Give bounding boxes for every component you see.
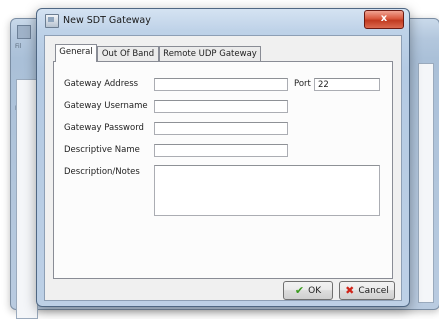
port-field[interactable] — [314, 78, 380, 91]
gateway-username-field[interactable] — [154, 100, 288, 113]
general-tab-panel: Gateway Address Port Gateway Username Ga… — [53, 61, 393, 279]
tab-out-of-band-label: Out Of Band — [101, 49, 155, 59]
tab-remote-udp-gateway[interactable]: Remote UDP Gateway — [159, 46, 261, 61]
descriptive-name-field[interactable] — [154, 144, 288, 157]
background-left-panel — [16, 79, 38, 319]
descriptive-name-label: Descriptive Name — [64, 145, 140, 155]
description-notes-field[interactable] — [154, 165, 380, 216]
tab-general[interactable]: General — [55, 44, 97, 62]
tab-out-of-band[interactable]: Out Of Band — [97, 46, 159, 61]
background-right-panel — [418, 63, 434, 303]
ok-button-label: OK — [308, 285, 322, 296]
dialog-client-area: General Out Of Band Remote UDP Gateway G… — [44, 35, 402, 301]
new-sdt-gateway-dialog: New SDT Gateway x General Out Of Band Re… — [36, 8, 410, 307]
window-title: New SDT Gateway — [63, 15, 151, 26]
port-label: Port — [294, 79, 311, 89]
checkmark-icon: ✔ — [294, 284, 305, 297]
gateway-password-label: Gateway Password — [64, 123, 144, 133]
gateway-address-label: Gateway Address — [64, 79, 139, 89]
gateway-address-field[interactable] — [154, 78, 288, 91]
gateway-username-label: Gateway Username — [64, 101, 148, 111]
red-x-icon: ✖ — [345, 284, 355, 297]
close-button[interactable]: x — [364, 10, 404, 29]
tab-remote-udp-gateway-label: Remote UDP Gateway — [163, 49, 257, 59]
ok-button[interactable]: ✔ OK — [283, 281, 333, 300]
description-notes-label: Description/Notes — [64, 167, 140, 177]
background-menu-fragment: Fil — [15, 43, 22, 50]
window-app-icon — [45, 14, 59, 28]
close-icon: x — [380, 13, 388, 24]
background-app-icon — [17, 25, 31, 39]
tab-general-label: General — [59, 47, 93, 57]
cancel-button[interactable]: ✖ Cancel — [339, 281, 395, 300]
title-bar[interactable]: New SDT Gateway x — [37, 9, 409, 33]
gateway-password-field[interactable] — [154, 122, 288, 135]
cancel-button-label: Cancel — [358, 285, 389, 296]
